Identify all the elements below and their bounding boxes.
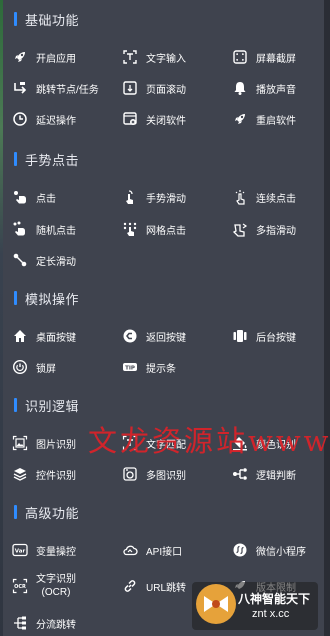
item-ocr[interactable]: OCR 文字识别 (OCR) bbox=[12, 572, 76, 600]
power-icon bbox=[12, 359, 28, 375]
grid-tap-icon bbox=[122, 221, 138, 237]
tip-icon: TIP bbox=[122, 359, 138, 375]
item-split-jump[interactable]: 分流跳转 bbox=[12, 610, 76, 636]
item-back-key[interactable]: 返回按键 bbox=[122, 323, 186, 349]
item-variable[interactable]: Var 变量操控 bbox=[12, 537, 76, 563]
item-url-jump[interactable]: URL跳转 bbox=[122, 573, 186, 599]
item-tap[interactable]: 点击 bbox=[12, 184, 56, 210]
variable-icon: Var bbox=[12, 542, 28, 558]
page-scroll-icon bbox=[122, 80, 138, 96]
ocr-icon: OCR bbox=[12, 578, 28, 594]
item-multi-image[interactable]: 多图识别 bbox=[122, 461, 186, 487]
item-widget-recognition[interactable]: 控件识别 bbox=[12, 461, 76, 487]
section-title-gesture: 手势点击 bbox=[14, 149, 79, 169]
section-marker bbox=[14, 12, 17, 26]
multi-image-icon bbox=[122, 466, 138, 482]
item-close-app[interactable]: 关闭软件 bbox=[122, 106, 186, 132]
split-icon bbox=[12, 615, 28, 631]
item-color-recognition[interactable]: 颜色识别 bbox=[232, 430, 296, 456]
item-text-match[interactable]: 文字匹配 bbox=[122, 430, 186, 456]
bell-icon bbox=[232, 80, 248, 96]
double-tap-icon bbox=[232, 189, 248, 205]
item-home-key[interactable]: 桌面按键 bbox=[12, 323, 76, 349]
section-title-recognition: 识别逻辑 bbox=[14, 395, 79, 415]
item-api[interactable]: API接口 bbox=[122, 537, 182, 563]
item-random-tap[interactable]: 随机点击 bbox=[12, 216, 76, 242]
multi-finger-icon bbox=[232, 221, 248, 237]
item-text-input[interactable]: 文字输入 bbox=[122, 44, 186, 70]
link-icon bbox=[122, 578, 138, 594]
section-marker bbox=[14, 291, 17, 305]
item-grid-tap[interactable]: 网格点击 bbox=[122, 216, 186, 242]
item-recent-key[interactable]: 后台按键 bbox=[232, 323, 296, 349]
swipe-gesture-icon bbox=[122, 189, 138, 205]
mini-program-icon bbox=[232, 542, 248, 558]
scrollbar-track[interactable] bbox=[324, 0, 330, 636]
rocket-icon bbox=[12, 49, 28, 65]
item-mini-program[interactable]: 微信小程序 bbox=[232, 537, 306, 563]
screenshot-icon bbox=[232, 49, 248, 65]
item-page-scroll[interactable]: 页面滚动 bbox=[122, 75, 186, 101]
item-screenshot[interactable]: 屏幕截屏 bbox=[232, 44, 296, 70]
paint-bucket-icon bbox=[232, 435, 248, 451]
random-tap-icon bbox=[12, 221, 28, 237]
item-lock-screen[interactable]: 锁屏 bbox=[12, 354, 56, 380]
item-jump-node[interactable]: 跳转节点/任务 bbox=[12, 75, 99, 101]
image-scan-icon bbox=[12, 435, 28, 451]
item-swipe[interactable]: 手势滑动 bbox=[122, 184, 186, 210]
item-multi-finger-swipe[interactable]: 多指滑动 bbox=[232, 216, 296, 242]
svg-text:OCR: OCR bbox=[14, 584, 26, 590]
item-image-recognition[interactable]: 图片识别 bbox=[12, 430, 76, 456]
section-marker bbox=[14, 398, 17, 412]
text-input-icon bbox=[122, 49, 138, 65]
svg-text:TIP: TIP bbox=[125, 365, 135, 371]
item-multi-tap[interactable]: 连续点击 bbox=[232, 184, 296, 210]
item-restart-app[interactable]: 重启软件 bbox=[232, 106, 296, 132]
recent-apps-icon bbox=[232, 328, 248, 344]
branch-icon bbox=[232, 466, 248, 482]
fixed-swipe-icon bbox=[12, 252, 28, 268]
svg-text:Var: Var bbox=[15, 549, 26, 555]
layers-icon bbox=[12, 466, 28, 482]
item-open-app[interactable]: 开启应用 bbox=[12, 44, 76, 70]
home-icon bbox=[12, 328, 28, 344]
text-match-icon bbox=[122, 435, 138, 451]
item-fixed-swipe[interactable]: 定长滑动 bbox=[12, 247, 76, 273]
jump-icon bbox=[12, 80, 28, 96]
item-tip-bar[interactable]: TIP 提示条 bbox=[122, 354, 176, 380]
clock-icon bbox=[12, 111, 28, 127]
section-title-simulate: 模拟操作 bbox=[14, 288, 79, 308]
section-title-advanced: 高级功能 bbox=[14, 502, 79, 522]
logo-title: 八神智能天下 bbox=[238, 592, 311, 606]
close-app-icon bbox=[122, 111, 138, 127]
item-logic-judge[interactable]: 逻辑判断 bbox=[232, 461, 296, 487]
item-delay[interactable]: 延迟操作 bbox=[12, 106, 76, 132]
cloud-icon bbox=[122, 542, 138, 558]
section-marker bbox=[14, 505, 17, 519]
item-play-sound[interactable]: 播放声音 bbox=[232, 75, 296, 101]
section-title-basic: 基础功能 bbox=[14, 9, 79, 29]
back-icon bbox=[122, 328, 138, 344]
section-marker bbox=[14, 152, 17, 166]
logo-url: znt x.cc bbox=[252, 608, 290, 620]
rocket-icon bbox=[232, 111, 248, 127]
logo-emblem bbox=[194, 582, 238, 626]
hand-tap-icon bbox=[12, 189, 28, 205]
